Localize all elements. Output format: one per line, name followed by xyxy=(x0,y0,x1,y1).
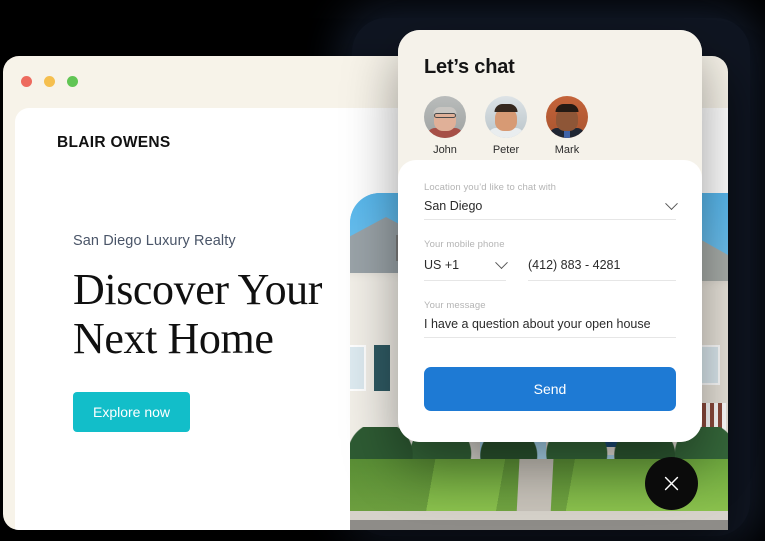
chevron-down-icon xyxy=(665,196,678,210)
close-window-button[interactable] xyxy=(21,76,32,87)
minimize-window-button[interactable] xyxy=(44,76,55,87)
chevron-down-icon xyxy=(495,255,508,269)
agent-peter[interactable]: Peter xyxy=(485,96,527,156)
screenshot-stage: BLAIR OWENS San Diego Luxury Realty Disc… xyxy=(0,0,765,541)
location-field: Location you’d like to chat with San Die… xyxy=(424,182,678,220)
chat-form: Location you’d like to chat with San Die… xyxy=(398,160,702,442)
phone-number-value: (412) 883 - 4281 xyxy=(528,258,621,272)
window-pane xyxy=(350,345,366,391)
agent-name: Mark xyxy=(554,144,580,156)
country-code-value: US +1 xyxy=(424,258,460,272)
walkway xyxy=(516,459,554,515)
avatar-hair xyxy=(555,104,579,112)
shutter xyxy=(374,345,390,391)
maximize-window-button[interactable] xyxy=(67,76,78,87)
chat-header: Let’s chat John Peter Mark xyxy=(398,30,702,160)
close-icon xyxy=(664,476,679,491)
glasses-icon xyxy=(434,113,456,118)
agent-list: John Peter Mark xyxy=(424,96,676,156)
message-value: I have a question about your open house xyxy=(424,317,651,331)
hero-section: San Diego Luxury Realty Discover Your Ne… xyxy=(73,233,373,432)
headline-line-1: Discover Your xyxy=(73,265,323,314)
phone-label: Your mobile phone xyxy=(424,239,505,250)
avatar-hair xyxy=(494,104,518,112)
phone-field: Your mobile phone US +1 (412) 883 - 4281 xyxy=(424,239,676,281)
hero-headline: Discover Your Next Home xyxy=(73,265,373,364)
phone-row: US +1 (412) 883 - 4281 xyxy=(424,255,676,281)
site-logo: BLAIR OWENS xyxy=(57,134,171,151)
agent-name: Peter xyxy=(492,144,520,156)
street xyxy=(350,520,728,530)
avatar xyxy=(546,96,588,138)
location-value: San Diego xyxy=(424,199,483,213)
send-button[interactable]: Send xyxy=(424,367,676,411)
curb xyxy=(350,511,728,520)
message-input[interactable]: I have a question about your open house xyxy=(424,317,676,338)
agent-john[interactable]: John xyxy=(424,96,466,156)
message-label: Your message xyxy=(424,300,486,311)
avatar xyxy=(424,96,466,138)
phone-number-input[interactable]: (412) 883 - 4281 xyxy=(528,256,676,281)
chat-title: Let’s chat xyxy=(424,56,515,78)
location-label: Location you’d like to chat with xyxy=(424,182,557,193)
message-field: Your message I have a question about you… xyxy=(424,300,676,338)
hero-eyebrow: San Diego Luxury Realty xyxy=(73,233,236,249)
headline-line-2: Next Home xyxy=(73,314,274,364)
country-code-select[interactable]: US +1 xyxy=(424,255,508,281)
traffic-lights xyxy=(21,76,78,87)
location-select[interactable]: San Diego xyxy=(424,196,678,220)
explore-now-button[interactable]: Explore now xyxy=(73,391,191,432)
agent-name: John xyxy=(433,144,457,156)
close-chat-button[interactable] xyxy=(645,457,698,510)
avatar xyxy=(485,96,527,138)
agent-mark[interactable]: Mark xyxy=(546,96,588,156)
chat-widget: Let’s chat John Peter Mark Location you’… xyxy=(398,30,702,442)
